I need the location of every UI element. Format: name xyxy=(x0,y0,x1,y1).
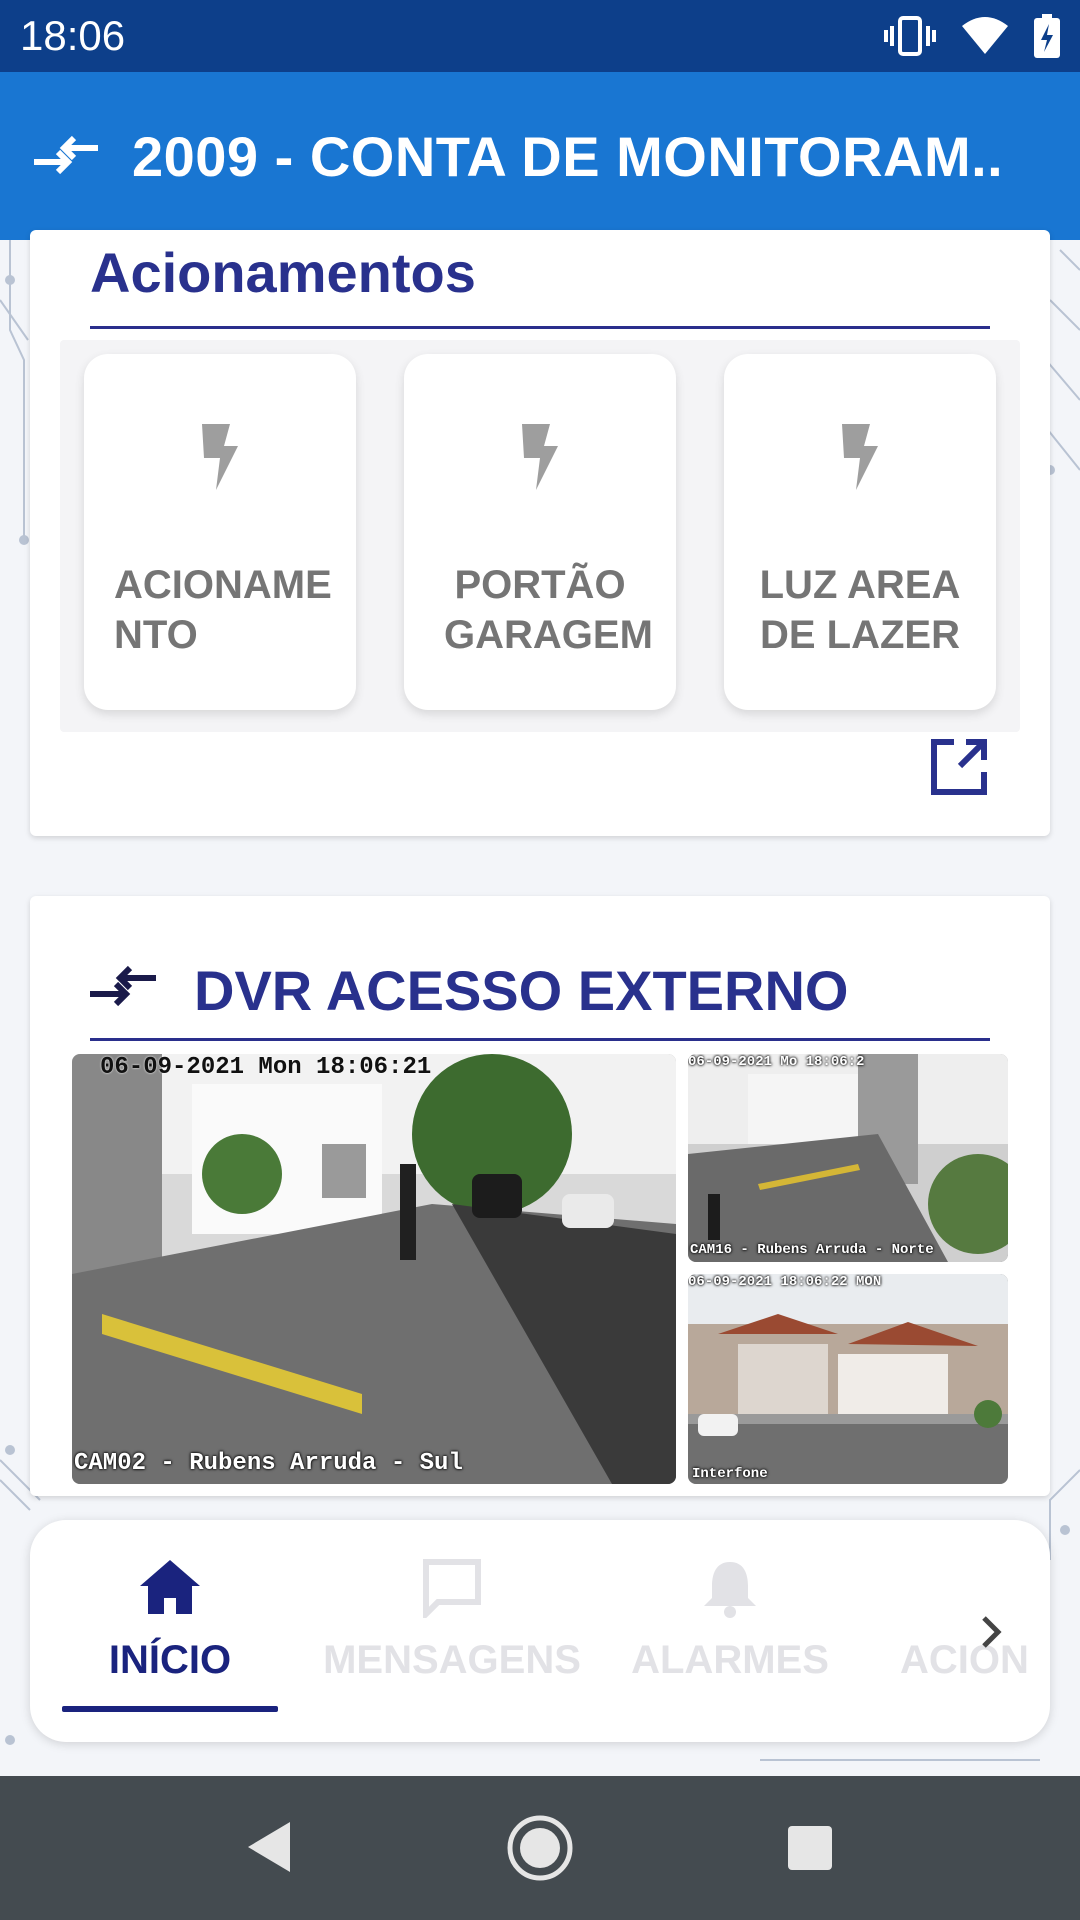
dvr-title: DVR ACESSO EXTERNO xyxy=(194,959,849,1022)
tile-luz-area-lazer[interactable]: LUZ AREA DE LAZER xyxy=(724,354,996,710)
battery-charging-icon xyxy=(1034,14,1060,58)
camera-caption: CAM16 - Rubens Arruda - Norte xyxy=(690,1242,934,1258)
status-bar: 18:06 xyxy=(0,0,1080,72)
camera-timestamp: 06-09-2021 Mon 18:06:21 xyxy=(100,1054,432,1081)
camera-timestamp: 06-09-2021 Mo 18:06:2 xyxy=(688,1054,865,1070)
page-title: 2009 - CONTA DE MONITORAM.. xyxy=(132,125,1004,188)
dvr-card: DVR ACESSO EXTERNO 06-09-2021 Mon 18:06:… xyxy=(30,896,1050,1496)
status-time: 18:06 xyxy=(20,12,126,59)
vibrate-icon xyxy=(884,16,936,56)
bolt-icon xyxy=(900,1558,1050,1618)
title-divider xyxy=(90,1038,990,1041)
chevron-right-icon[interactable] xyxy=(978,1614,1006,1650)
wifi-icon xyxy=(962,17,1008,54)
title-divider xyxy=(90,326,990,329)
nav-item-alarmes[interactable]: ALARMES xyxy=(630,1558,830,1683)
home-button-icon[interactable] xyxy=(506,1814,574,1882)
camera-caption: Interfone xyxy=(692,1466,768,1482)
nav-label: ACION xyxy=(900,1638,1029,1682)
message-icon xyxy=(423,1559,481,1618)
nav-label: ALARMES xyxy=(631,1638,829,1682)
swap-arrows-icon[interactable] xyxy=(90,962,156,1012)
camera-image xyxy=(688,1054,1008,1262)
home-icon xyxy=(140,1560,200,1614)
nav-label: INÍCIO xyxy=(108,1638,232,1682)
camera-image xyxy=(72,1054,676,1484)
camera-feed-interfone[interactable]: 06-09-2021 18:06:22 MON Interfone xyxy=(688,1274,1008,1484)
bolt-icon xyxy=(202,424,238,490)
nav-item-inicio[interactable]: INÍCIO xyxy=(70,1558,270,1683)
tile-label: PORTÃO GARAGEM xyxy=(444,563,653,657)
nav-label: MENSAGENS xyxy=(323,1638,581,1682)
nav-item-mensagens[interactable]: MENSAGENS xyxy=(312,1558,592,1683)
camera-feed-main[interactable]: 06-09-2021 Mon 18:06:21 CAM02 - Rubens A… xyxy=(72,1054,676,1484)
tile-label: ACIONAME NTO xyxy=(114,563,332,657)
bolt-icon xyxy=(522,424,558,490)
bottom-navigation: INÍCIO MENSAGENS ALARMES ACION xyxy=(30,1520,1050,1742)
camera-image xyxy=(688,1274,1008,1484)
system-navigation-bar xyxy=(0,1776,1080,1920)
camera-feed-norte[interactable]: 06-09-2021 Mo 18:06:2 CAM16 - Rubens Arr… xyxy=(688,1054,1008,1262)
tile-portao-garagem[interactable]: PORTÃO GARAGEM xyxy=(404,354,676,710)
acionamentos-title: Acionamentos xyxy=(90,241,476,304)
active-tab-indicator xyxy=(62,1706,278,1712)
nav-item-acionamentos[interactable]: ACION xyxy=(900,1558,1050,1683)
bolt-icon xyxy=(842,424,878,490)
tile-acionamento[interactable]: ACIONAME NTO xyxy=(84,354,356,710)
acionamentos-card: Acionamentos ACIONAME NTO PORTÃO GARAGEM… xyxy=(30,230,1050,836)
open-in-new-icon[interactable] xyxy=(930,738,988,796)
app-bar: 2009 - CONTA DE MONITORAM.. xyxy=(0,72,1080,240)
bell-icon xyxy=(704,1562,756,1618)
tile-label: LUZ AREA DE LAZER xyxy=(759,563,961,657)
recents-icon[interactable] xyxy=(786,1824,834,1872)
camera-caption: CAM02 - Rubens Arruda - Sul xyxy=(74,1450,463,1477)
back-icon[interactable] xyxy=(244,1820,294,1874)
camera-timestamp: 06-09-2021 18:06:22 MON xyxy=(688,1274,882,1290)
swap-arrows-icon[interactable] xyxy=(34,132,98,180)
